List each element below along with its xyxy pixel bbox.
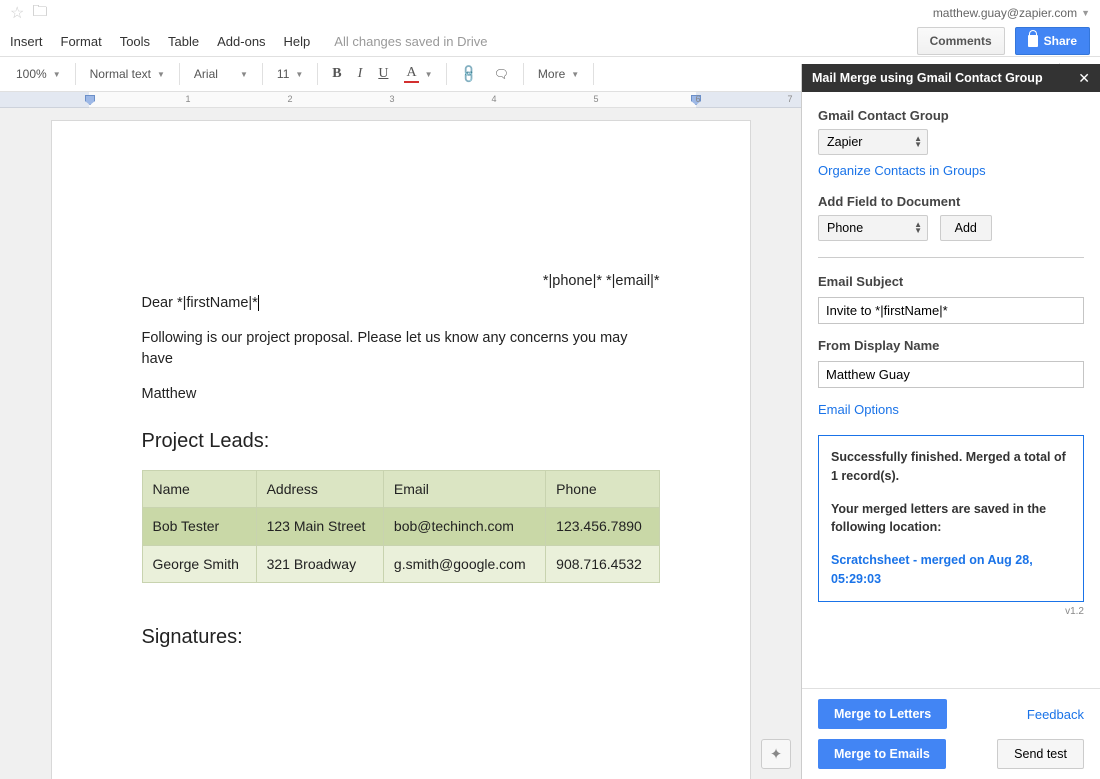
sidebar-title: Mail Merge using Gmail Contact Group (812, 71, 1043, 85)
insert-comment-button[interactable]: 🗨 (486, 63, 517, 85)
menu-table[interactable]: Table (168, 34, 199, 49)
body-paragraph: Following is our project proposal. Pleas… (142, 328, 660, 370)
mail-merge-sidebar: Mail Merge using Gmail Contact Group ✕ G… (801, 64, 1100, 779)
table-header: Phone (546, 471, 659, 508)
horizontal-ruler[interactable]: 1 2 3 4 5 6 7 (0, 92, 801, 108)
merge-to-letters-button[interactable]: Merge to Letters (818, 699, 947, 729)
comments-button[interactable]: Comments (917, 27, 1005, 55)
link-icon: 🔗 (458, 63, 481, 86)
table-header: Name (142, 471, 256, 508)
font-selector[interactable]: Arial▼ (186, 63, 256, 85)
email-subject-label: Email Subject (818, 274, 1084, 289)
bold-button[interactable]: B (324, 62, 349, 86)
table-header: Address (256, 471, 383, 508)
style-selector[interactable]: Normal text▼ (82, 63, 173, 85)
more-button[interactable]: More▼ (530, 63, 587, 85)
add-field-label: Add Field to Document (818, 194, 1084, 209)
folder-icon[interactable]: 🗀 (32, 1, 47, 26)
share-button[interactable]: Share (1015, 27, 1090, 55)
menu-addons[interactable]: Add-ons (217, 34, 265, 49)
email-subject-input[interactable] (818, 297, 1084, 324)
merge-to-emails-button[interactable]: Merge to Emails (818, 739, 946, 769)
document-workspace: 1 2 3 4 5 6 7 *|phone|* *|email|* Dear *… (0, 92, 801, 779)
menu-help[interactable]: Help (284, 34, 311, 49)
contact-group-label: Gmail Contact Group (818, 108, 1084, 123)
menu-tools[interactable]: Tools (120, 34, 150, 49)
project-leads-table[interactable]: Name Address Email Phone Bob Tester 123 … (142, 470, 660, 583)
save-status: All changes saved in Drive (334, 34, 487, 49)
text-cursor (258, 295, 259, 311)
signature-name: Matthew (142, 384, 660, 405)
explore-button[interactable]: ✦ (761, 739, 791, 769)
send-test-button[interactable]: Send test (997, 739, 1084, 769)
feedback-link[interactable]: Feedback (1027, 707, 1084, 722)
table-header: Email (383, 471, 545, 508)
share-button-label: Share (1044, 34, 1077, 48)
merged-doc-link[interactable]: Scratchsheet - merged on Aug 28, 05:29:0… (831, 551, 1071, 589)
status-location-line: Your merged letters are saved in the fol… (831, 500, 1071, 538)
comment-icon: 🗨 (494, 67, 509, 81)
addon-version: v1.2 (818, 606, 1084, 617)
account-email[interactable]: matthew.guay@zapier.com (933, 6, 1077, 20)
account-caret-icon[interactable]: ▼ (1081, 8, 1090, 18)
chevron-down-icon: ▼ (571, 70, 579, 79)
table-row[interactable]: Bob Tester 123 Main Street bob@techinch.… (142, 508, 659, 545)
organize-contacts-link[interactable]: Organize Contacts in Groups (818, 163, 1084, 178)
section-project-leads: Project Leads: (142, 427, 660, 456)
text-color-button[interactable]: A▼ (396, 61, 440, 87)
italic-button[interactable]: I (350, 62, 371, 86)
greeting-line: Dear *|firstName|* (142, 293, 660, 314)
chevron-down-icon: ▼ (425, 70, 433, 79)
chevron-down-icon: ▼ (53, 70, 61, 79)
insert-link-button[interactable]: 🔗 (453, 62, 485, 86)
from-name-label: From Display Name (818, 338, 1084, 353)
status-success-line: Successfully finished. Merged a total of… (831, 448, 1071, 486)
from-name-input[interactable] (818, 361, 1084, 388)
add-field-button[interactable]: Add (940, 215, 992, 241)
document-page[interactable]: *|phone|* *|email|* Dear *|firstName|* F… (51, 120, 751, 779)
sidebar-body: Gmail Contact Group Zapier ▲▼ Organize C… (802, 92, 1100, 688)
section-signatures: Signatures: (142, 623, 660, 652)
divider (818, 257, 1084, 258)
menu-format[interactable]: Format (61, 34, 102, 49)
menu-insert[interactable]: Insert (10, 34, 43, 49)
merge-status-box: Successfully finished. Merged a total of… (818, 435, 1084, 602)
header-merge-fields: *|phone|* *|email|* (543, 271, 660, 292)
lock-icon (1028, 35, 1038, 47)
field-select[interactable]: Phone (818, 215, 928, 241)
explore-icon: ✦ (770, 745, 783, 763)
zoom-selector[interactable]: 100%▼ (8, 63, 69, 85)
fontsize-selector[interactable]: 11▼ (269, 63, 311, 85)
chevron-down-icon: ▼ (295, 70, 303, 79)
table-row[interactable]: George Smith 321 Broadway g.smith@google… (142, 545, 659, 582)
menu-bar: Insert Format Tools Table Add-ons Help A… (0, 26, 1100, 56)
contact-group-select[interactable]: Zapier (818, 129, 928, 155)
close-icon[interactable]: ✕ (1078, 70, 1090, 87)
document-scroll[interactable]: *|phone|* *|email|* Dear *|firstName|* F… (0, 108, 801, 779)
underline-button[interactable]: U (370, 62, 396, 86)
chevron-down-icon: ▼ (157, 70, 165, 79)
star-icon[interactable]: ☆ (10, 3, 24, 23)
title-bar: ☆ 🗀 matthew.guay@zapier.com ▼ (0, 0, 1100, 26)
chevron-down-icon: ▼ (240, 70, 248, 79)
sidebar-header: Mail Merge using Gmail Contact Group ✕ (802, 64, 1100, 92)
email-options-link[interactable]: Email Options (818, 402, 1084, 417)
sidebar-footer: Merge to Letters Feedback Merge to Email… (802, 688, 1100, 779)
